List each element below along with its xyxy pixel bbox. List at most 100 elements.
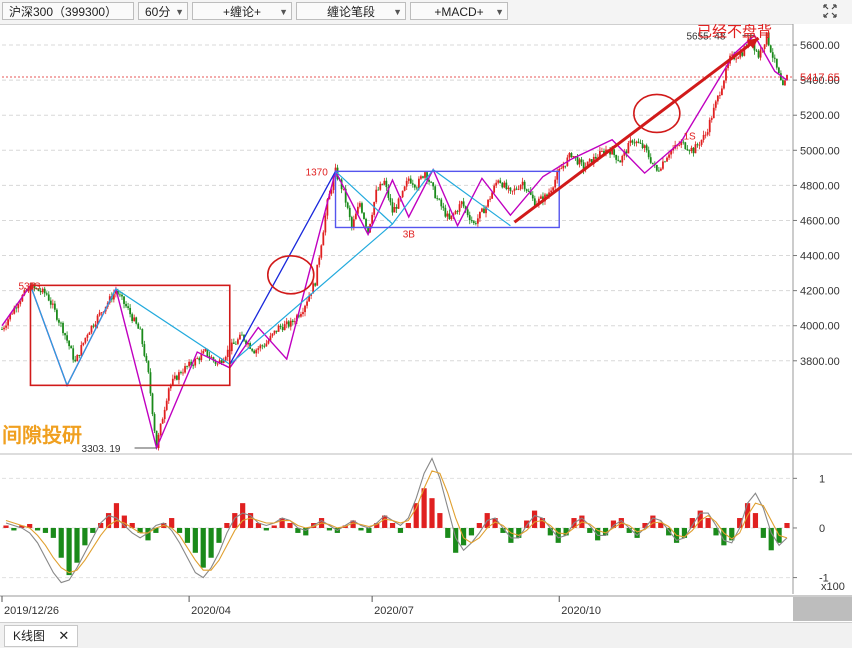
candle-body: [352, 219, 355, 227]
candle-body: [385, 180, 388, 188]
candle-body: [15, 307, 18, 309]
candle-body: [395, 206, 398, 209]
highlight-circle: [266, 255, 315, 295]
candle-body: [94, 324, 97, 327]
candle-body: [70, 346, 73, 349]
candle-body: [175, 375, 178, 380]
candle-body: [505, 182, 508, 190]
macd-bar: [169, 518, 175, 528]
candle-body: [149, 372, 152, 394]
indicator-macd-select[interactable]: +MACD+ ▼: [410, 2, 508, 20]
candle-body: [684, 142, 687, 149]
kline-chart[interactable]: 13703B1S1S5373303. 195655. 48 5600.00540…: [0, 22, 852, 621]
candle-body: [714, 101, 717, 108]
candle-body: [291, 320, 294, 322]
candle-body: [161, 419, 164, 424]
candle-body: [281, 326, 284, 331]
indicator-bi-duan-select[interactable]: 缠论笔段 ▼: [296, 2, 406, 20]
candle-body: [391, 202, 394, 213]
candle-body: [49, 300, 52, 305]
candle-body: [716, 95, 719, 102]
candle-body: [511, 190, 514, 192]
candle-body: [554, 179, 557, 188]
candle-body: [499, 180, 502, 183]
candle-body: [253, 350, 256, 354]
candle-body: [163, 409, 166, 420]
candle-body: [90, 325, 93, 333]
macd-bar: [224, 523, 230, 528]
candle-body: [53, 303, 56, 310]
segment-lines: [29, 168, 511, 387]
macd-bar: [358, 527, 364, 531]
candle-body: [409, 178, 412, 184]
annotation-overlay: 13703B1S1S5373303. 195655. 48: [18, 31, 760, 455]
chart-area[interactable]: 1370 3B 1S 1S 537 3303. 19 5655. 48 5600.00 540…: [0, 22, 852, 621]
candle-body: [466, 209, 469, 216]
candle-body: [239, 334, 241, 340]
trend-arrow-line: [513, 36, 760, 224]
candle-body: [11, 313, 14, 315]
candle-body: [202, 350, 205, 354]
candle-body: [483, 208, 485, 214]
candle-body: [556, 172, 559, 180]
candle-body: [58, 319, 60, 323]
candle-body: [501, 182, 504, 188]
candle-body: [560, 168, 563, 170]
candle-body: [434, 186, 437, 199]
candle-body: [448, 213, 451, 220]
candle-body: [454, 211, 457, 214]
candle-body: [568, 153, 571, 158]
macd-bar: [66, 527, 72, 576]
y-tick-label: 4200.00: [800, 286, 840, 298]
macd-bar: [468, 527, 475, 536]
candle-body: [629, 140, 632, 143]
candle-body: [649, 157, 652, 163]
period-select[interactable]: 60分 ▼: [138, 2, 188, 20]
candle-body: [576, 156, 579, 165]
close-icon[interactable]: ✕: [58, 628, 69, 643]
candle-body: [230, 342, 233, 352]
candle-body: [135, 317, 138, 324]
candle-body: [86, 334, 89, 338]
indicator-chanlun-select[interactable]: +缠论+ ▼: [192, 2, 292, 20]
macd-bar: [34, 527, 41, 531]
candle-body: [578, 159, 581, 165]
candle-body: [660, 168, 662, 171]
candle-body: [279, 325, 282, 327]
candle-body: [474, 223, 477, 224]
time-axis: 2019/12/26 2020/04 2020/07 2020/10: [0, 595, 852, 621]
tab-label: K线图: [13, 629, 46, 643]
candle-body: [283, 324, 286, 331]
macd-bar: [176, 527, 183, 533]
candle-body: [127, 306, 129, 308]
candle-body: [759, 49, 762, 58]
candle-body: [637, 141, 640, 143]
candle-body: [493, 185, 496, 193]
candle-body: [688, 150, 691, 152]
candle-body: [348, 207, 351, 218]
symbol-selector[interactable]: 沪深300（399300）: [2, 2, 134, 20]
segment-up-line: [229, 171, 337, 365]
candle-body: [668, 154, 670, 158]
candle-body: [273, 330, 276, 334]
candle-body: [196, 358, 199, 359]
candle-body: [741, 52, 744, 56]
red-center-box: [29, 284, 231, 387]
macd-bar: [263, 527, 269, 531]
candle-body: [476, 218, 479, 224]
candle-body: [318, 257, 321, 265]
candle-body: [763, 44, 766, 49]
maximize-icon[interactable]: [822, 3, 838, 19]
chevron-down-icon: ▼: [495, 7, 504, 17]
candle-body: [316, 264, 319, 286]
toolbar: 沪深300（399300） 60分 ▼ +缠论+ ▼ 缠论笔段 ▼ +MACD+…: [0, 0, 852, 25]
candle-body: [771, 52, 774, 58]
symbol-label: 沪深300（399300）: [9, 5, 118, 19]
candle-body: [415, 187, 418, 189]
tab-kline[interactable]: K线图 ✕: [4, 625, 79, 647]
candle-body: [306, 301, 308, 306]
candle-body: [224, 357, 227, 361]
candle-body: [159, 423, 162, 435]
segment-polyline: [29, 168, 511, 387]
candle-body: [5, 325, 7, 328]
